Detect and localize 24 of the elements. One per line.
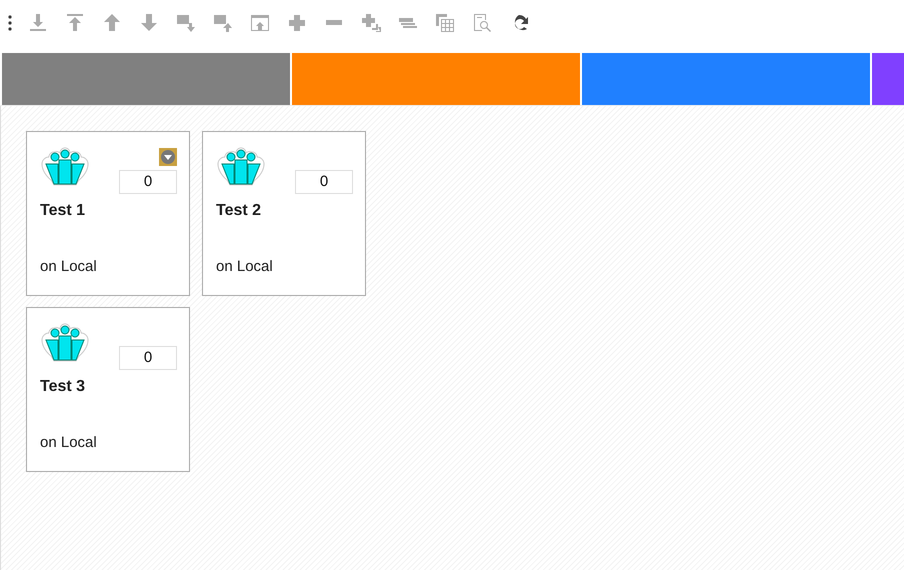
move-to-top-icon[interactable]: [64, 12, 86, 34]
card-location: on Local: [216, 258, 274, 275]
card-title: Test 2: [216, 202, 262, 220]
plus-icon[interactable]: [286, 12, 308, 34]
plus-stack-icon[interactable]: [360, 12, 382, 34]
upload-window-icon[interactable]: [249, 12, 271, 34]
grid-icon[interactable]: [434, 12, 456, 34]
count-field[interactable]: 0: [295, 170, 353, 194]
card-title: Test 3: [40, 378, 86, 396]
card[interactable]: 0 Test 3 on Local: [26, 307, 190, 472]
card-location: on Local: [40, 434, 98, 451]
count-field[interactable]: 0: [119, 346, 177, 370]
download-icon[interactable]: [27, 12, 49, 34]
card-location: on Local: [40, 258, 98, 275]
color-band[interactable]: [292, 53, 580, 105]
card[interactable]: 0 Test 1 on Local: [26, 131, 190, 296]
dropdown-icon[interactable]: [159, 148, 177, 166]
card-title: Test 1: [40, 202, 86, 220]
count-field[interactable]: 0: [119, 170, 177, 194]
card[interactable]: 0 Test 2 on Local: [202, 131, 366, 296]
color-band[interactable]: [582, 53, 870, 105]
document-search-icon[interactable]: [471, 12, 493, 34]
drag-handle-icon[interactable]: [8, 15, 12, 31]
color-band[interactable]: [2, 53, 290, 105]
